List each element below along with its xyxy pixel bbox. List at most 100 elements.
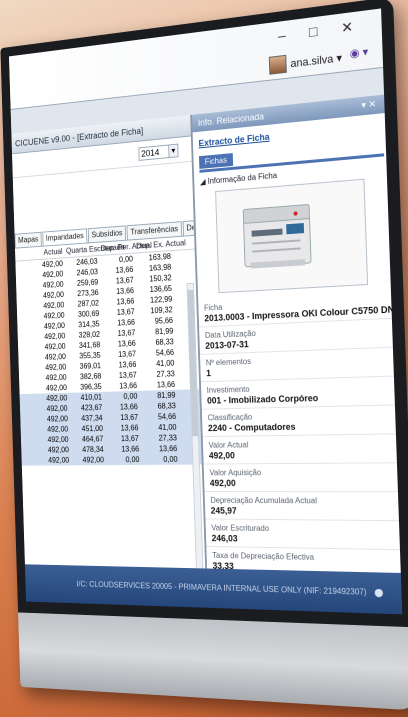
- table-cell: 492,00: [46, 404, 68, 414]
- tab-mapas[interactable]: Mapas: [14, 231, 42, 248]
- table-cell: 464,67: [81, 434, 104, 444]
- monitor-bezel: [18, 612, 408, 711]
- table-cell: 27,33: [158, 433, 178, 443]
- column-header[interactable]: [15, 254, 30, 255]
- screen: – □ ✕ ana.silva ▾ ◉ ▾ CICUENE v9.00 - [E…: [8, 8, 403, 615]
- table-cell: 13,66: [118, 360, 137, 370]
- table-cell: 492,00: [47, 445, 70, 455]
- table-cell: 492,00: [48, 455, 70, 465]
- document-window: CICUENE v9.00 - [Extracto de Ficha] 2014…: [11, 114, 207, 606]
- asset-image: [215, 178, 369, 294]
- column-header[interactable]: Dep. Per. Actual: [101, 241, 152, 253]
- top-title-bar: – □ ✕ ana.silva ▾ ◉ ▾: [8, 8, 384, 110]
- grid-body: 492,00 246,03 0,00 163,98 492,00 246,03 13,66 1…: [15, 250, 202, 466]
- info-fields: Ficha 2013.0003 - Impressora OKI Colour C…: [198, 290, 403, 614]
- table-cell: 13,66: [158, 444, 178, 454]
- pin-icon[interactable]: ▾ ✕: [361, 99, 376, 112]
- table-cell: [17, 296, 32, 297]
- table-cell: 0,00: [125, 455, 140, 465]
- table-cell: [18, 358, 33, 359]
- year-field[interactable]: 2014: [138, 144, 170, 161]
- table-cell: 13,66: [121, 444, 140, 454]
- table-cell: [18, 337, 33, 338]
- table-cell: 54,66: [157, 412, 177, 422]
- table-cell: 13,67: [116, 307, 135, 317]
- table-cell: 41,00: [156, 358, 175, 369]
- close-icon[interactable]: ✕: [341, 17, 364, 36]
- tab-descendentes[interactable]: Descendentes: [182, 220, 195, 236]
- field-label: Depreciação Acumulada Actual: [210, 495, 318, 506]
- printer-icon: [237, 198, 317, 275]
- table-cell: 410,01: [80, 392, 103, 402]
- table-cell: 109,32: [150, 305, 173, 316]
- table-cell: 423,67: [80, 403, 103, 413]
- table-cell: 13,66: [120, 423, 139, 433]
- table-cell: 492,00: [43, 310, 65, 321]
- table-cell: [16, 276, 31, 277]
- chevron-down-icon[interactable]: ▼: [169, 143, 179, 159]
- table-cell: 382,68: [79, 371, 102, 382]
- table-cell: 492,00: [47, 435, 69, 444]
- table-cell: 492,00: [46, 414, 69, 424]
- column-header[interactable]: Dep. Ex. Actual: [136, 238, 186, 250]
- table-cell: 492,00: [44, 352, 67, 362]
- table-cell: 68,33: [155, 337, 174, 347]
- monitor-photo: – □ ✕ ana.silva ▾ ◉ ▾ CICUENE v9.00 - [E…: [0, 0, 408, 711]
- table-cell: 13,66: [117, 339, 136, 349]
- table-cell: 81,99: [157, 390, 176, 401]
- table-cell: 437,34: [81, 413, 103, 423]
- table-cell: 13,67: [117, 328, 136, 338]
- table-cell: 41,00: [158, 422, 177, 432]
- help-icon[interactable]: ◉ ▾: [350, 45, 369, 60]
- table-cell: [17, 317, 32, 318]
- maximize-icon[interactable]: □: [309, 21, 328, 39]
- status-bar: I/C: CLOUDSERVICES 20005 - PRIMAVERA INT…: [24, 564, 403, 615]
- table-cell: 287,02: [77, 298, 100, 309]
- table-row[interactable]: 492,00 492,00 0,00 0,00: [21, 453, 202, 466]
- column-header[interactable]: Actual: [30, 247, 66, 258]
- table-cell: 13,67: [120, 434, 139, 444]
- table-cell: [18, 348, 33, 349]
- table-cell: 0,00: [163, 454, 178, 464]
- table-cell: 13,66: [116, 296, 135, 307]
- table-cell: 492,00: [46, 393, 68, 403]
- tab-subsidios[interactable]: Subsídios: [87, 225, 127, 243]
- table-cell: [16, 286, 31, 287]
- window-controls[interactable]: – □ ✕: [278, 17, 364, 45]
- table-cell: 492,00: [47, 424, 69, 434]
- table-cell: 478,34: [82, 445, 104, 454]
- table-cell: [17, 307, 32, 308]
- related-info-panel: Info. Relacionada ▾ ✕ Extracto de Ficha …: [191, 94, 403, 614]
- table-cell: 300,69: [77, 309, 100, 319]
- column-header[interactable]: Quarta Escriturada: [66, 243, 125, 256]
- minimize-icon[interactable]: –: [278, 26, 296, 44]
- tab-fichas[interactable]: Fichas: [198, 153, 233, 169]
- table-cell: 27,33: [156, 369, 175, 379]
- table-cell: 492,00: [44, 342, 66, 352]
- table-cell: 451,00: [81, 424, 104, 434]
- table-cell: 369,01: [79, 361, 102, 371]
- user-menu[interactable]: ana.silva ▾: [268, 48, 342, 75]
- depreciation-grid: Actual Quarta Escriturada Dep. Per. Actu…: [14, 235, 202, 466]
- table-cell: 13,66: [119, 381, 138, 391]
- table-cell: 492,00: [43, 321, 66, 331]
- field-label: Valor Escriturado: [211, 523, 270, 534]
- table-cell: 13,66: [119, 402, 138, 412]
- table-cell: 95,66: [154, 316, 174, 326]
- table-cell: 13,66: [117, 317, 136, 328]
- avatar: [268, 54, 287, 75]
- status-icon: [374, 588, 384, 598]
- table-cell: 13,66: [156, 380, 176, 390]
- table-cell: 0,00: [123, 391, 138, 401]
- table-cell: 492,00: [45, 373, 67, 383]
- table-cell: 68,33: [157, 401, 176, 411]
- table-cell: 314,35: [78, 319, 100, 330]
- panel-title: Info. Relacionada: [197, 111, 265, 128]
- table-cell: 54,66: [155, 348, 175, 358]
- table-cell: 355,35: [79, 351, 101, 361]
- table-cell: [17, 327, 32, 328]
- table-cell: 492,00: [45, 362, 67, 372]
- user-name[interactable]: ana.silva ▾: [290, 51, 342, 70]
- field-value: 492,00: [204, 476, 398, 493]
- table-cell: 13,67: [118, 349, 137, 359]
